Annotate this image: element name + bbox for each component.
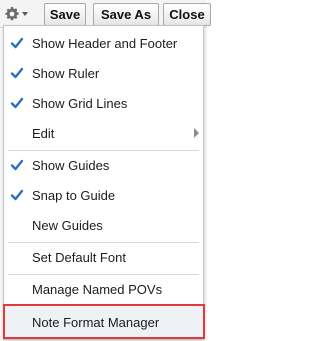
toolbar: Save Save As Close	[0, 0, 211, 28]
menu-item-label: Snap to Guide	[32, 188, 116, 203]
menu-item-show-ruler[interactable]: Show Ruler	[4, 58, 203, 88]
menu-item-label: Set Default Font	[32, 250, 126, 265]
menu-item-label: Show Guides	[32, 158, 110, 173]
checkmark-icon	[10, 97, 24, 109]
checkmark-icon	[10, 37, 24, 49]
chevron-right-icon	[194, 128, 199, 138]
menu-item-snap-to-guide[interactable]: Snap to Guide	[4, 180, 203, 210]
menu-item-label: Edit	[32, 126, 55, 141]
save-as-button[interactable]: Save As	[93, 3, 159, 26]
menu-item-label: Note Format Manager	[32, 315, 160, 330]
menu-item-label: Show Grid Lines	[32, 96, 128, 111]
save-button[interactable]: Save	[44, 3, 86, 26]
settings-dropdown-menu: Show Header and Footer Show Ruler Show G…	[3, 25, 205, 340]
menu-item-edit[interactable]: Edit	[4, 118, 203, 148]
gear-icon[interactable]	[4, 6, 20, 22]
menu-item-label: Show Header and Footer	[32, 36, 178, 51]
checkmark-icon	[10, 159, 24, 171]
menu-item-note-format-manager[interactable]: Note Format Manager	[4, 307, 203, 337]
checkmark-icon	[10, 189, 24, 201]
menu-item-label: New Guides	[32, 218, 103, 233]
menu-item-show-header-and-footer[interactable]: Show Header and Footer	[4, 28, 203, 58]
menu-item-manage-named-povs[interactable]: Manage Named POVs	[4, 274, 203, 304]
menu-item-show-grid-lines[interactable]: Show Grid Lines	[4, 88, 203, 118]
close-button[interactable]: Close	[163, 3, 211, 26]
menu-item-set-default-font[interactable]: Set Default Font	[4, 242, 203, 272]
menu-item-new-guides[interactable]: New Guides	[4, 210, 203, 240]
checkmark-icon	[10, 67, 24, 79]
menu-item-label: Show Ruler	[32, 66, 100, 81]
menu-item-show-guides[interactable]: Show Guides	[4, 150, 203, 180]
menu-item-label: Manage Named POVs	[32, 282, 163, 297]
chevron-down-icon[interactable]	[22, 12, 28, 16]
